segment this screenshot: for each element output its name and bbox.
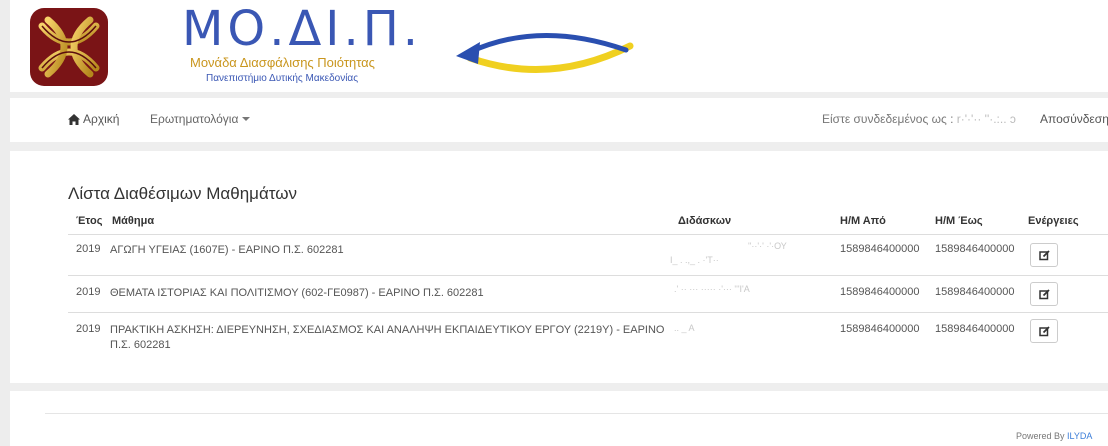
- cell-to: 1589846400000: [935, 323, 1015, 335]
- modip-logo-university: Πανεπιστήμιο Δυτικής Μακεδονίας: [206, 73, 359, 84]
- cell-from: 1589846400000: [840, 243, 920, 255]
- cell-from: 1589846400000: [840, 323, 920, 335]
- cell-teacher-line1: .. _ Α: [674, 323, 695, 333]
- col-header-teacher: Διδάσκων: [678, 215, 732, 227]
- modip-logo-title: ΜΟ.ΔΙ.Π.: [182, 1, 423, 57]
- nav-questionnaires-dropdown[interactable]: Ερωτηματολόγια: [150, 112, 251, 126]
- col-header-to: Η/Μ Έως: [935, 215, 983, 227]
- row-rule: [68, 312, 1108, 313]
- cell-course: ΑΓΩΓΗ ΥΓΕΙΑΣ (1607Ε) - ΕΑΡΙΝΟ Π.Σ. 60228…: [110, 244, 344, 256]
- edit-button[interactable]: [1030, 243, 1058, 267]
- col-header-year: Έτος: [76, 215, 103, 227]
- cell-to: 1589846400000: [935, 243, 1015, 255]
- site-header: ΜΟ.ΔΙ.Π. Μονάδα Διασφάλισης Ποιότητας Πα…: [10, 0, 1108, 92]
- page-title: Λίστα Διαθέσιμων Μαθημάτων: [68, 184, 298, 203]
- nav-home-label: Αρχική: [83, 112, 120, 126]
- edit-icon: [1038, 249, 1050, 260]
- edit-button[interactable]: [1030, 319, 1058, 343]
- powered-by-label: Powered By: [1016, 431, 1065, 441]
- edit-button[interactable]: [1030, 282, 1058, 306]
- swoosh-arrow: [456, 33, 634, 74]
- col-header-course: Μάθημα: [112, 215, 155, 227]
- caret-down-icon: [242, 117, 251, 121]
- courses-panel: Λίστα Διαθέσιμων Μαθημάτων Έτος Μάθημα Δ…: [10, 151, 1108, 383]
- footer-powered-by: Powered By ILYDA: [1016, 431, 1092, 441]
- logged-in-status: Είστε συνδεδεμένος ως : r·'·'·· ''·.:.. …: [822, 112, 1016, 126]
- col-header-from: Η/Μ Από: [840, 215, 886, 227]
- panel-separator: [10, 383, 1108, 391]
- nav-questionnaires-label: Ερωτηματολόγια: [150, 112, 239, 126]
- cell-year: 2019: [76, 323, 101, 335]
- edit-icon: [1038, 288, 1050, 299]
- home-icon: [68, 114, 80, 125]
- cell-course: ΠΡΑΚΤΙΚΗ ΑΣΚΗΣΗ: ΔΙΕΡΕΥΝΗΣΗ, ΣΧΕΔΙΑΣΜΟΣ …: [110, 324, 665, 351]
- logout-link[interactable]: Αποσύνδεση: [1040, 112, 1108, 126]
- footer-rule: [45, 413, 1108, 414]
- logged-in-label: Είστε συνδεδεμένος ως :: [822, 112, 954, 126]
- cell-to: 1589846400000: [935, 286, 1015, 298]
- left-gutter: [0, 0, 10, 446]
- modip-logo-subtitle: Μονάδα Διασφάλισης Ποιότητας: [190, 55, 375, 70]
- edit-icon: [1038, 325, 1050, 336]
- ilyda-link[interactable]: ILYDA: [1067, 431, 1092, 441]
- cell-year: 2019: [76, 243, 101, 255]
- top-navbar: Αρχική Ερωτηματολόγια Είστε συνδεδεμένος…: [10, 98, 1108, 142]
- navbar-separator: [10, 142, 1108, 151]
- cell-course: ΘΕΜΑΤΑ ΙΣΤΟΡΙΑΣ ΚΑΙ ΠΟΛΙΤΙΣΜΟΥ (602-ΓΕ09…: [110, 287, 484, 299]
- cell-teacher-line2: Ι_ . .,_ . ·'Τ··: [670, 255, 719, 265]
- row-rule: [68, 275, 1108, 276]
- cell-teacher-line1: ''··'·' ·'·ΟΥ: [748, 241, 787, 251]
- nav-home-link[interactable]: Αρχική: [68, 112, 119, 126]
- cell-year: 2019: [76, 286, 101, 298]
- cell-from: 1589846400000: [840, 286, 920, 298]
- username-blurred: r·'·'·· ''·.:.. ͻ: [956, 112, 1016, 126]
- cell-teacher-line1: .' ·· ··· ····· ·'··· '''Ι'Α: [674, 284, 750, 294]
- header-rule: [68, 234, 1108, 235]
- col-header-actions: Ενέργειες: [1028, 215, 1079, 227]
- university-knot-logo[interactable]: [28, 6, 110, 88]
